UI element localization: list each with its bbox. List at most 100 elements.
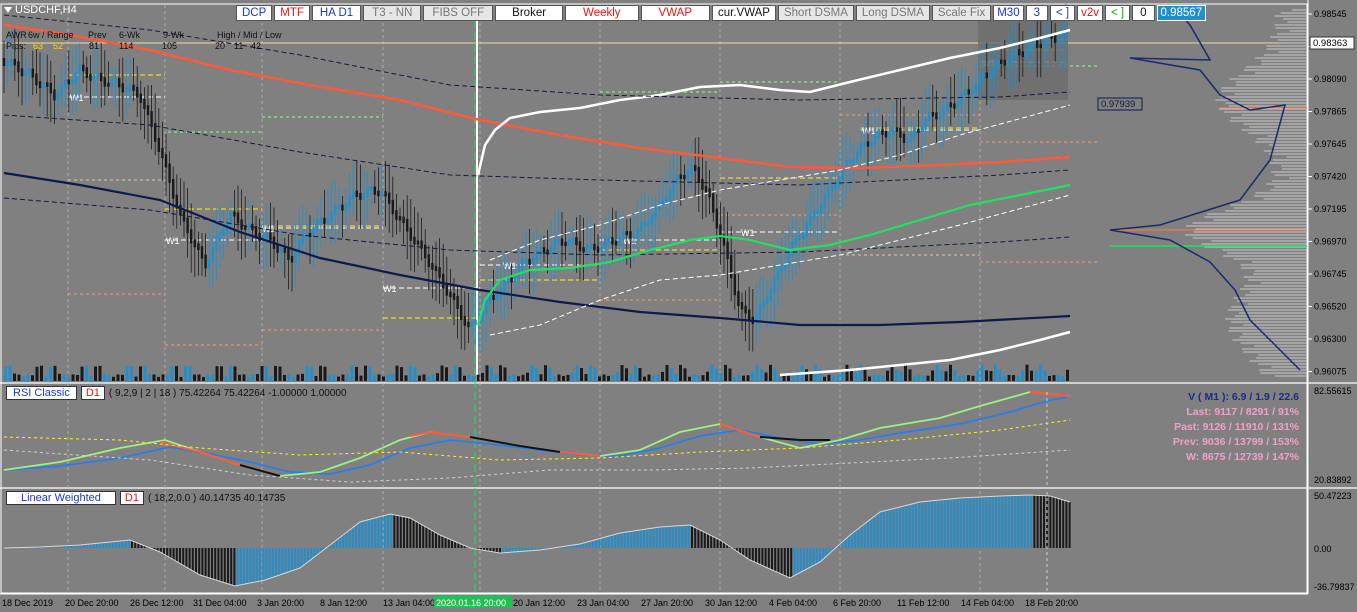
volume-bar [589,365,592,381]
rsi-name-button[interactable]: RSI Classic [6,386,77,400]
volume-bar [629,373,633,381]
candle-body [344,203,348,211]
volume-bar [274,365,277,381]
volume-bar [188,366,192,381]
volume-bar [715,368,718,381]
weekly-button[interactable]: Weekly [565,5,639,21]
volume-bar [287,374,291,381]
candle-body [607,237,610,243]
time-axis-label: 6 Feb 20:00 [833,598,881,608]
volume-bar [805,369,808,381]
volume-bar [206,374,210,381]
volume-bar [544,365,547,381]
shift-left-green-button[interactable]: < ] [1105,5,1131,21]
volume-bar [598,376,601,381]
candle-body [254,226,258,237]
volume-bar [935,364,939,381]
candle-body [733,274,736,296]
volume-bar [859,364,862,381]
volume-bar [184,366,187,381]
candle-body [956,100,960,109]
volume-bar [733,376,736,381]
volume-bar [922,375,925,381]
volume-bar [467,374,471,381]
volume-bar [836,375,840,381]
candle-body [370,186,373,192]
dcp-button[interactable]: DCP [236,5,273,21]
stats-9wk-value: 105 [162,41,178,51]
candle-body [85,67,88,78]
volume-bar [197,374,201,381]
candle-body [1010,52,1014,64]
candle-body [197,243,200,251]
volume-bar [337,376,340,381]
zero-button[interactable]: 0 [1132,5,1155,21]
volume-bar [967,375,970,381]
stats-header-range: 6w / Range [28,30,74,40]
volume-bar [1007,375,1011,381]
candle-body [334,204,337,216]
candle-body [686,169,690,180]
candle-body [636,227,639,238]
chart-canvas[interactable]: W1W1W1W1W1W1W1W1W10.985450.983150.980900… [0,0,1357,612]
volume-bar [791,375,795,381]
volume-bar [764,372,768,381]
shift-left-button[interactable]: < ] [1050,5,1076,21]
short-dsma-button[interactable]: Short DSMA [777,5,854,21]
candle-body [654,206,657,220]
candle-body [820,204,823,214]
candle-body [1018,48,1021,56]
candle-body [647,221,650,226]
weekly-marker-label: W1 [383,284,397,294]
volume-bar [35,366,39,381]
volume-bar [841,370,844,381]
candle-body [233,211,236,217]
volume-bar [247,376,250,381]
volume-bar [193,374,196,381]
lwma-name-button[interactable]: Linear Weighted [6,491,116,505]
volume-bar [566,374,570,381]
candle-body [107,82,110,87]
candle-body [618,236,621,246]
candle-body [463,315,466,326]
candle-body [920,125,924,133]
volume-bar [895,369,898,381]
candle-body [528,258,531,265]
candle-body [384,191,387,197]
long-dsma-button[interactable]: Long DSMA [855,5,930,21]
volume-bar [517,376,520,381]
mtf-button[interactable]: MTF [274,5,310,21]
m30-button[interactable]: M30 [993,5,1024,21]
broker-button[interactable]: Broker [495,5,564,21]
price-axis-label: 0.96075 [1314,367,1347,377]
chart-window[interactable]: W1W1W1W1W1W1W1W1W10.985450.983150.980900… [0,0,1357,612]
price-axis-label: 0.98545 [1314,9,1347,19]
volume-bar [512,374,516,381]
candle-body [917,128,920,133]
volume-bar [931,370,934,381]
current-price-label: 0.98363 [1313,38,1347,49]
vwap-button[interactable]: VWAP [640,5,710,21]
volume-bar [53,365,57,381]
rsi-tf-button[interactable]: D1 [80,386,105,400]
ha-d1-button[interactable]: HA D1 [311,5,362,21]
volume-bar [332,374,336,381]
scale-fix-button[interactable]: Scale Fix [931,5,992,21]
lwma-axis-bottom: -36.79837 [1314,582,1355,592]
t3-nn-button[interactable]: T3 - NN [363,5,422,21]
candle-body [629,231,632,239]
count-button[interactable]: 3 [1025,5,1048,21]
candle-body [838,176,841,188]
candle-body [755,314,758,325]
volume-bar [1052,375,1056,381]
v2v-button[interactable]: v2v [1077,5,1104,21]
volume-bar [179,376,183,381]
candle-body [10,58,13,66]
fibs-off-button[interactable]: FIBS OFF [423,5,494,21]
candle-body [380,191,384,197]
cur-vwap-button[interactable]: cur.VWAP [712,5,776,21]
lwma-tf-button[interactable]: D1 [119,491,144,505]
price-axis-label: 0.97195 [1314,204,1347,214]
volume-bar [445,367,448,381]
candle-body [89,73,92,81]
